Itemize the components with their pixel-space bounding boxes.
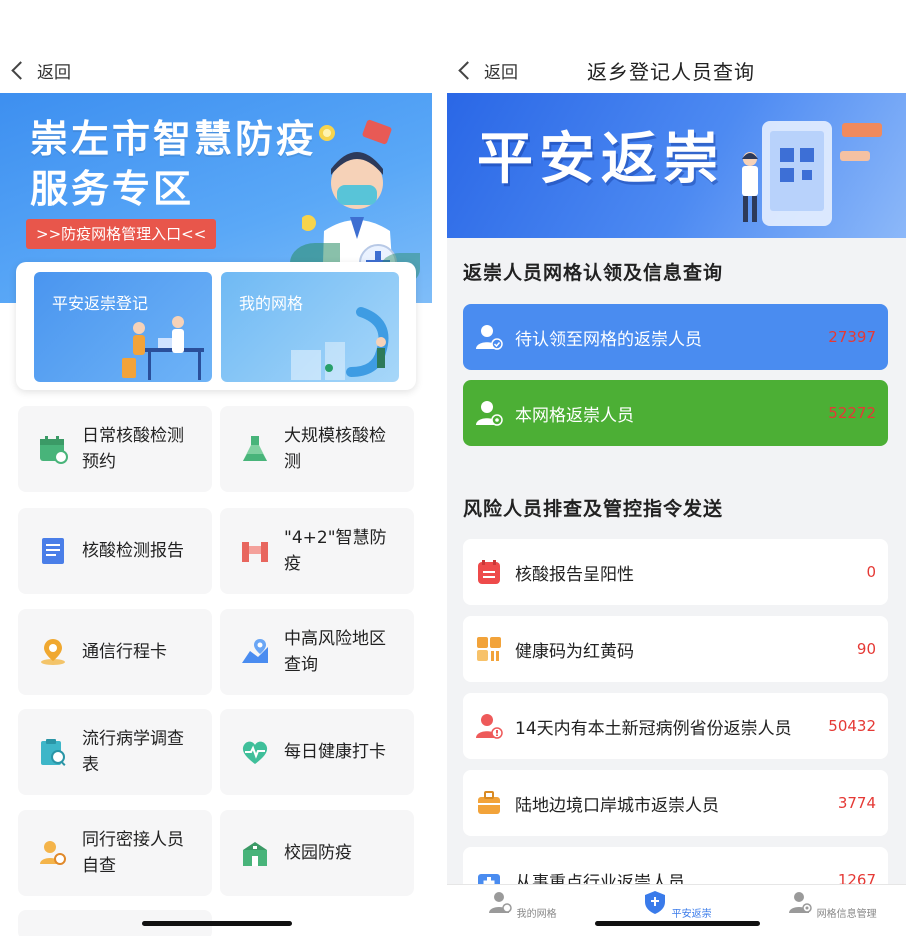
service-label: 同行密接人员自查 <box>82 830 184 876</box>
risk-row-positive-report[interactable]: 核酸报告呈阳性 0 <box>463 539 888 605</box>
person-icon <box>489 892 513 913</box>
row-label: 陆地边境口岸城市返崇人员 <box>515 795 719 816</box>
right-screen: 返回 返乡登记人员查询 平安返崇 返崇人员网格认领及信息查询 待认领至网格的返崇… <box>447 0 906 936</box>
risk-row-border-port-city[interactable]: 陆地边境口岸城市返崇人员 3774 <box>463 770 888 836</box>
row-count: 90 <box>856 640 876 658</box>
quick-access-card: 平安返崇登记 我的网格 <box>16 262 416 390</box>
row-count: 0 <box>866 563 876 581</box>
back-button[interactable]: 返回 <box>10 58 71 83</box>
chevron-left-icon <box>11 60 30 80</box>
unclaimed-returnees-row[interactable]: 待认领至网格的返崇人员 27397 <box>463 304 888 370</box>
qr-scan-illustration-icon <box>742 121 882 226</box>
service-nucleic-test-appointment[interactable]: 日常核酸检测预约 <box>18 406 212 492</box>
section-claim-title: 返崇人员网格认领及信息查询 <box>463 262 724 284</box>
service-epidemiological-survey[interactable]: 流行病学调查表 <box>18 709 212 795</box>
person-search-icon <box>40 841 66 865</box>
service-label: "4+2"智慧防疫 <box>284 528 387 574</box>
service-4-plus-2-smart-prevention[interactable]: "4+2"智慧防疫 <box>220 508 414 594</box>
grid-map-illustration-icon <box>291 307 389 380</box>
service-label: 每日健康打卡 <box>284 742 386 762</box>
service-label: 校园防疫 <box>284 843 352 863</box>
heartbeat-icon <box>242 741 268 764</box>
service-mass-nucleic-test[interactable]: 大规模核酸检测 <box>220 406 414 492</box>
shield-icon <box>645 891 666 914</box>
qr-code-icon <box>477 637 501 661</box>
chevron-left-icon <box>458 60 477 80</box>
service-risk-area-query[interactable]: 中高风险地区查询 <box>220 609 414 695</box>
row-label: 待认领至网格的返崇人员 <box>515 329 702 350</box>
left-screen: 返回 崇左市智慧防疫 服务专区 >>防疫网格管理入口<< 平安返崇登记 我的网格… <box>0 0 432 936</box>
home-indicator <box>142 921 292 926</box>
my-grid-card[interactable]: 我的网格 <box>221 272 399 382</box>
tab-label: 平安返崇 <box>671 909 712 920</box>
row-label: 健康码为红黄码 <box>515 641 634 662</box>
tab-label: 网格信息管理 <box>816 909 877 920</box>
risk-row-local-case-province[interactable]: 14天内有本土新冠病例省份返崇人员 50432 <box>463 693 888 759</box>
safe-return-banner: 平安返崇 <box>447 93 906 238</box>
back-button[interactable]: 返回 <box>457 58 518 83</box>
banner-title-line2: 服务专区 <box>30 167 195 211</box>
service-travel-card[interactable]: 通信行程卡 <box>18 609 212 695</box>
document-icon <box>42 538 64 564</box>
gate-icon <box>242 542 268 562</box>
map-icon <box>242 639 268 663</box>
suitcase-icon <box>478 791 500 814</box>
service-close-contact-self-check[interactable]: 同行密接人员自查 <box>18 810 212 896</box>
banner-title-line1: 崇左市智慧防疫 <box>30 117 318 161</box>
row-count: 3774 <box>837 794 876 812</box>
row-label: 本网格返崇人员 <box>515 405 634 426</box>
service-label: 大规模核酸检测 <box>284 426 386 472</box>
grid-management-entry-button[interactable]: >>防疫网格管理入口<< <box>26 219 217 249</box>
card-label: 平安返崇登记 <box>52 294 149 313</box>
section-risk-title: 风险人员排查及管控指令发送 <box>463 498 724 520</box>
right-nav-bar: 返回 返乡登记人员查询 <box>457 48 897 92</box>
tab-safe-return[interactable]: 平安返崇 <box>622 889 732 920</box>
home-indicator <box>595 921 760 926</box>
school-icon <box>243 842 267 866</box>
tab-grid-info-management[interactable]: 网格信息管理 <box>777 889 887 920</box>
row-label: 核酸报告呈阳性 <box>515 564 634 585</box>
person-check-icon <box>476 325 503 350</box>
service-label: 日常核酸检测预约 <box>82 426 184 472</box>
service-label: 流行病学调查表 <box>82 729 184 775</box>
page-title: 返乡登记人员查询 <box>587 59 755 84</box>
service-label: 中高风险地区查询 <box>284 629 386 675</box>
registration-illustration-icon <box>122 316 204 380</box>
service-nucleic-test-report[interactable]: 核酸检测报告 <box>18 508 212 594</box>
calendar-icon <box>40 436 68 464</box>
calendar-alert-icon <box>478 560 500 584</box>
back-label: 返回 <box>37 62 71 83</box>
row-count: 27397 <box>828 328 876 346</box>
grid-returnees-row[interactable]: 本网格返崇人员 52272 <box>463 380 888 446</box>
location-pin-icon <box>41 639 65 665</box>
bottom-tab-bar: 我的网格 平安返崇 网格信息管理 <box>447 884 906 936</box>
person-grid-icon <box>476 401 503 426</box>
flask-icon <box>243 436 267 461</box>
row-count: 52272 <box>828 404 876 422</box>
tab-label: 我的网格 <box>516 909 557 920</box>
risk-row-red-yellow-code[interactable]: 健康码为红黄码 90 <box>463 616 888 682</box>
tab-my-grid[interactable]: 我的网格 <box>467 889 577 920</box>
person-settings-icon <box>789 892 813 913</box>
row-label: 14天内有本土新冠病例省份返崇人员 <box>515 718 792 739</box>
back-label: 返回 <box>484 62 518 83</box>
service-campus-prevention[interactable]: 校园防疫 <box>220 810 414 896</box>
person-alert-icon <box>476 714 503 739</box>
banner-title: 平安返崇 <box>477 127 725 192</box>
row-count: 50432 <box>828 717 876 735</box>
safe-return-registration-card[interactable]: 平安返崇登记 <box>34 272 212 382</box>
service-label: 通信行程卡 <box>82 642 167 662</box>
clipboard-search-icon <box>41 739 66 766</box>
service-daily-health-checkin[interactable]: 每日健康打卡 <box>220 709 414 795</box>
left-nav-bar: 返回 <box>10 48 71 92</box>
service-label: 核酸检测报告 <box>82 541 184 561</box>
